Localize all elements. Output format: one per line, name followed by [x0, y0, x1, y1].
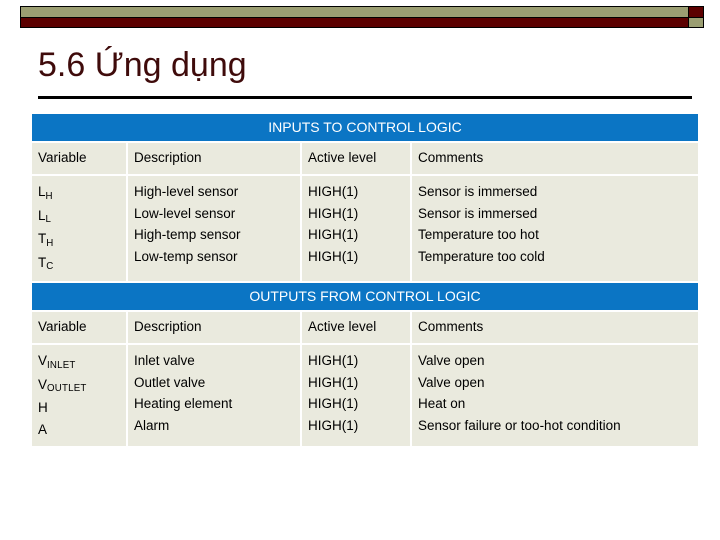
- active-level-text: HIGH(1): [308, 353, 359, 368]
- comments-text: Heat on: [418, 396, 466, 411]
- column-header-active-level: Active level: [302, 312, 410, 343]
- active-level-text: HIGH(1): [308, 184, 359, 199]
- description-text: Heating element: [134, 396, 233, 411]
- comments-text: Sensor failure or too-hot condition: [418, 417, 621, 433]
- variable-base: T: [38, 254, 47, 270]
- variable-base: L: [38, 184, 46, 199]
- description-text: Inlet valve: [134, 353, 195, 368]
- banner-upper-row: [21, 7, 703, 18]
- section-band-row: INPUTS TO CONTROL LOGIC: [32, 114, 698, 141]
- banner-olive-cap: [688, 17, 703, 27]
- description-cell: High-level sensor Low-level sensor High-te…: [128, 176, 300, 281]
- description-text: Low-level sensor: [134, 205, 236, 221]
- variable-base: V: [38, 353, 48, 368]
- column-header-active-level: Active level: [302, 143, 410, 174]
- active-level-text: HIGH(1): [308, 417, 359, 433]
- column-header-row: Variable Description Active level Comments: [32, 312, 698, 343]
- control-logic-io-table: INPUTS TO CONTROL LOGIC Variable Descripti…: [30, 112, 700, 448]
- variable-base: T: [38, 231, 47, 246]
- variable-name: VINLET: [38, 350, 120, 374]
- section-band-row: OUTPUTS FROM CONTROL LOGIC: [32, 283, 698, 310]
- description-text: High-temp sensor: [134, 227, 241, 242]
- description-text: Alarm: [134, 417, 170, 433]
- slide-top-banner: [20, 6, 704, 28]
- variable-cell: LH LL TH TC: [32, 176, 126, 281]
- variable-subscript: H: [45, 190, 53, 202]
- page-title: 5.6 Ứng dụng: [38, 46, 247, 84]
- comments-text: Temperature too hot: [418, 227, 539, 242]
- variable-name: LL: [38, 205, 120, 229]
- active-level-cell: HIGH(1) HIGH(1) HIGH(1) HIGH(1): [302, 345, 410, 446]
- comments-text: Sensor is immersed: [418, 205, 538, 221]
- variable-name: H: [38, 397, 120, 419]
- variable-subscript: INLET: [47, 359, 76, 371]
- active-level-text: HIGH(1): [308, 227, 359, 242]
- active-level-text: HIGH(1): [308, 374, 359, 390]
- banner-lower-row: [21, 17, 703, 27]
- column-header-description: Description: [128, 143, 300, 174]
- variable-base: A: [38, 421, 48, 437]
- column-header-description: Description: [128, 312, 300, 343]
- active-level-text: HIGH(1): [308, 396, 359, 411]
- column-header-variable: Variable: [32, 143, 126, 174]
- comments-cell: Sensor is immersed Sensor is immersed Temp…: [412, 176, 698, 281]
- comments-text: Sensor is immersed: [418, 184, 538, 199]
- variable-name: LH: [38, 181, 120, 205]
- variable-subscript: C: [46, 261, 54, 273]
- variable-subscript: H: [46, 237, 54, 249]
- description-text: Outlet valve: [134, 374, 206, 390]
- banner-red-cap: [688, 7, 703, 17]
- comments-text: Valve open: [418, 353, 485, 368]
- table-row: VINLET VOUTLET H A Inlet valve Outlet valve He…: [32, 345, 698, 446]
- table-row: LH LL TH TC High-level sensor Low-level senso…: [32, 176, 698, 281]
- variable-cell: VINLET VOUTLET H A: [32, 345, 126, 446]
- variable-subscript: OUTLET: [47, 383, 87, 395]
- column-header-comments: Comments: [412, 312, 698, 343]
- comments-cell: Valve open Valve open Heat on Sensor failur…: [412, 345, 698, 446]
- variable-name: A: [38, 419, 120, 441]
- comments-text: Temperature too cold: [418, 248, 545, 264]
- variable-base: V: [38, 376, 48, 392]
- active-level-text: HIGH(1): [308, 205, 359, 221]
- column-header-row: Variable Description Active level Comments: [32, 143, 698, 174]
- banner-red-bar: [21, 17, 688, 27]
- banner-olive-bar: [21, 7, 688, 17]
- column-header-variable: Variable: [32, 312, 126, 343]
- variable-base: H: [38, 400, 48, 415]
- variable-name: TC: [38, 252, 120, 276]
- variable-base: L: [38, 207, 46, 223]
- active-level-cell: HIGH(1) HIGH(1) HIGH(1) HIGH(1): [302, 176, 410, 281]
- column-header-comments: Comments: [412, 143, 698, 174]
- active-level-text: HIGH(1): [308, 248, 359, 264]
- variable-name: VOUTLET: [38, 374, 120, 398]
- section-band-label: INPUTS TO CONTROL LOGIC: [32, 114, 698, 141]
- description-cell: Inlet valve Outlet valve Heating element Al…: [128, 345, 300, 446]
- variable-subscript: L: [45, 214, 52, 226]
- title-divider-rule: [38, 96, 692, 99]
- description-text: High-level sensor: [134, 184, 239, 199]
- variable-name: TH: [38, 228, 120, 252]
- description-text: Low-temp sensor: [134, 248, 238, 264]
- section-band-label: OUTPUTS FROM CONTROL LOGIC: [32, 283, 698, 310]
- comments-text: Valve open: [418, 374, 485, 390]
